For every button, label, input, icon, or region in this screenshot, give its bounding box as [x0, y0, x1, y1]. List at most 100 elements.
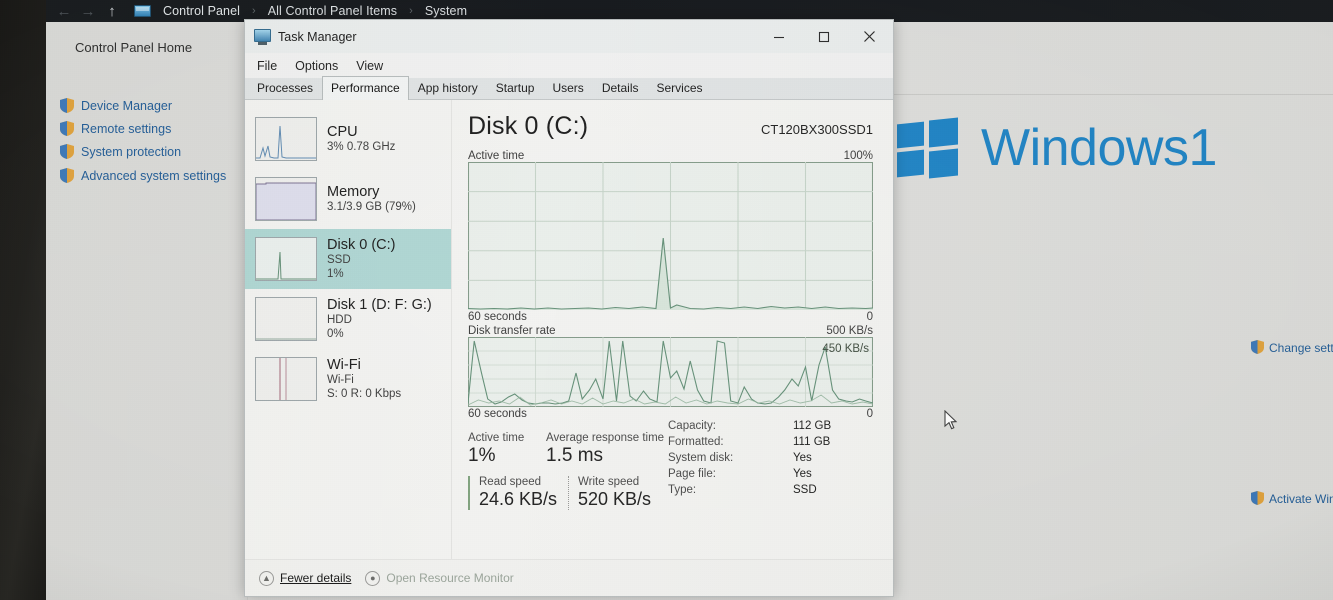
sidebar-item-advanced-system-settings[interactable]: Advanced system settings [60, 168, 226, 183]
window-title: Task Manager [278, 29, 357, 44]
task-manager-titlebar[interactable]: Task Manager [245, 20, 893, 53]
sidebar-item-system-protection[interactable]: System protection [60, 144, 181, 159]
stat-value: 1% [468, 445, 496, 466]
tab-app-history[interactable]: App history [409, 77, 487, 99]
transfer-rate-graph: 450 KB/s [468, 337, 873, 407]
active-time-duration: 60 seconds [468, 311, 527, 323]
open-resource-monitor-button[interactable]: ● Open Resource Monitor [365, 570, 514, 586]
tab-strip: Processes Performance App history Startu… [245, 76, 893, 100]
cpu-thumbnail-graph [255, 117, 317, 161]
up-icon[interactable]: ↑ [104, 4, 120, 19]
resource-name: CPU [327, 123, 358, 140]
change-settings-link[interactable]: Change setti [1251, 340, 1333, 355]
resource-stat: 1% [327, 267, 344, 280]
resource-stat: 0% [327, 327, 344, 340]
control-panel-icon [134, 4, 151, 18]
tab-users[interactable]: Users [543, 77, 592, 99]
active-time-labels: Active time 100% [468, 150, 873, 162]
disk-header: Disk 0 (C:) CT120BX300SSD1 [468, 112, 873, 141]
transfer-rate-plot [468, 337, 873, 407]
sidebar-item-device-manager[interactable]: Device Manager [60, 98, 172, 113]
disk0-thumbnail-graph [255, 237, 317, 281]
breadcrumb-separator: › [252, 5, 256, 17]
close-icon[interactable] [846, 20, 893, 53]
resource-stat: 3.1/3.9 GB (79%) [327, 200, 416, 213]
activate-windows-link[interactable]: Activate Windo [1251, 491, 1333, 506]
info-label-system-disk: System disk: [668, 452, 734, 464]
stat-average-response-time: Average response time 1.5 ms [546, 432, 678, 468]
breadcrumb-system[interactable]: System [425, 4, 467, 18]
info-label-formatted: Formatted: [668, 436, 724, 448]
shield-icon [1251, 491, 1265, 506]
task-manager-icon [254, 29, 271, 45]
resource-item-disk0[interactable]: Disk 0 (C:) SSD 1% [245, 229, 451, 289]
control-panel-home-link[interactable]: Control Panel Home [75, 40, 192, 55]
activate-windows-label: Activate Windo [1269, 491, 1333, 506]
active-time-plot [468, 162, 873, 310]
resource-list: CPU 3% 0.78 GHz Memory 3.1/3.9 GB (79%) [245, 100, 452, 559]
info-value-page-file: Yes [793, 468, 812, 480]
forward-icon[interactable]: → [80, 4, 96, 19]
resource-stat: 3% 0.78 GHz [327, 140, 396, 153]
transfer-rate-min: 0 [866, 408, 873, 420]
wifi-thumbnail-graph [255, 357, 317, 401]
menu-options[interactable]: Options [295, 59, 338, 73]
shield-icon [60, 144, 74, 159]
sidebar-item-label: Device Manager [81, 98, 173, 113]
back-icon[interactable]: ← [56, 4, 72, 19]
tab-details[interactable]: Details [593, 77, 648, 99]
window-controls [756, 20, 893, 53]
active-time-min: 0 [866, 311, 873, 323]
stat-label: Average response time [546, 432, 665, 444]
change-settings-label: Change setti [1269, 340, 1333, 355]
shield-icon [60, 168, 74, 183]
disk-detail-panel: Disk 0 (C:) CT120BX300SSD1 Active time 1… [452, 100, 893, 559]
active-time-axis: 60 seconds 0 [468, 311, 873, 323]
resource-name: Disk 1 (D: F: G:) [327, 296, 432, 313]
resource-item-memory[interactable]: Memory 3.1/3.9 GB (79%) [245, 169, 451, 229]
resource-name: Memory [327, 183, 380, 200]
active-time-graph [468, 162, 873, 310]
resource-type: Wi-Fi [327, 373, 354, 386]
stat-label: Write speed [578, 475, 640, 488]
resource-name: Disk 0 (C:) [327, 236, 396, 253]
menu-file[interactable]: File [257, 59, 277, 73]
stat-active-time: Active time 1% [468, 432, 546, 468]
fewer-details-label: Fewer details [280, 571, 352, 585]
sidebar-item-label: Advanced system settings [81, 168, 227, 183]
shield-icon [60, 98, 74, 113]
minimize-icon[interactable] [756, 20, 801, 53]
transfer-rate-labels: Disk transfer rate 500 KB/s [468, 325, 873, 337]
menu-view[interactable]: View [356, 59, 383, 73]
info-label-page-file: Page file: [668, 468, 716, 480]
maximize-icon[interactable] [801, 20, 846, 53]
sidebar-item-label: System protection [81, 144, 182, 159]
tab-services[interactable]: Services [648, 77, 712, 99]
stat-label: Active time [468, 432, 525, 444]
tab-startup[interactable]: Startup [487, 77, 544, 99]
stat-value: 24.6 KB/s [479, 488, 558, 509]
sidebar-item-remote-settings[interactable]: Remote settings [60, 121, 171, 136]
tab-performance[interactable]: Performance [322, 76, 409, 100]
transfer-rate-annotation: 450 KB/s [822, 343, 869, 355]
fewer-details-button[interactable]: ▲ Fewer details [259, 570, 352, 586]
breadcrumb-control-panel[interactable]: Control Panel [163, 4, 240, 18]
task-manager-window[interactable]: Task Manager File Options View Processes… [244, 19, 894, 597]
transfer-rate-max: 500 KB/s [826, 325, 873, 337]
active-time-max: 100% [843, 150, 873, 162]
stat-write-speed: Write speed 520 KB/s [568, 475, 665, 511]
resource-monitor-label: Open Resource Monitor [386, 571, 514, 585]
resource-stat: S: 0 R: 0 Kbps [327, 387, 402, 400]
tab-processes[interactable]: Processes [248, 77, 322, 99]
info-label-type: Type: [668, 484, 697, 496]
page-title: Disk 0 (C:) [468, 112, 589, 140]
sidebar-item-label: Remote settings [81, 121, 172, 136]
shield-icon [60, 121, 74, 136]
resource-item-disk1[interactable]: Disk 1 (D: F: G:) HDD 0% [245, 289, 451, 349]
menu-bar: File Options View [245, 53, 893, 78]
resource-item-wifi[interactable]: Wi-Fi Wi-Fi S: 0 R: 0 Kbps [245, 349, 451, 409]
transfer-rate-duration: 60 seconds [468, 408, 527, 420]
disk1-thumbnail-graph [255, 297, 317, 341]
breadcrumb-all-items[interactable]: All Control Panel Items [268, 4, 397, 18]
resource-item-cpu[interactable]: CPU 3% 0.78 GHz [245, 109, 451, 169]
